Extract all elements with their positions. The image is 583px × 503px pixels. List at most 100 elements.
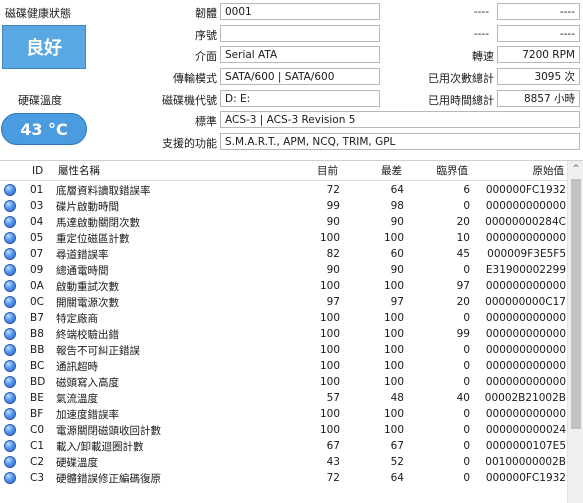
table-row[interactable]: B7 特定廠商 100 100 0 000000000000 bbox=[0, 310, 567, 326]
cell-attribute-name: 特定廠商 bbox=[56, 312, 98, 325]
status-cell bbox=[0, 326, 20, 342]
drive-temperature-badge[interactable]: 43 °C bbox=[1, 113, 87, 145]
right-top1-field-a: ---- bbox=[420, 3, 494, 20]
header-id[interactable]: ID bbox=[30, 161, 56, 180]
cell-raw-value: 00000000284C bbox=[485, 216, 566, 228]
scrollbar-thumb[interactable] bbox=[571, 179, 581, 429]
cell-current: 100 bbox=[319, 232, 340, 244]
standard-field: ACS-3 | ACS-3 Revision 5 bbox=[220, 111, 580, 128]
table-row[interactable]: C0 電源關閉磁頭收回計數 100 100 0 000000000024 bbox=[0, 422, 567, 438]
cell-threshold: 10 bbox=[456, 232, 470, 244]
cell-raw-value: 000000000000 bbox=[485, 376, 566, 388]
status-dot-icon bbox=[4, 280, 16, 292]
cell-threshold: 0 bbox=[463, 440, 470, 452]
scroll-up-arrow-icon[interactable]: ^ bbox=[568, 161, 583, 177]
cell-raw-value: 000000000000 bbox=[485, 328, 566, 340]
cell-attribute-name: 硬體錯誤修正編碼復原 bbox=[56, 472, 161, 485]
cell-attribute-name: 重定位磁區計數 bbox=[56, 232, 130, 245]
cell-worst: 90 bbox=[390, 264, 404, 276]
cell-id: 01 bbox=[30, 184, 44, 196]
table-row[interactable]: 03 碟片啟動時間 99 98 0 000000000000 bbox=[0, 198, 567, 214]
table-row[interactable]: 09 總通電時間 90 90 0 E31900002299 bbox=[0, 262, 567, 278]
status-cell bbox=[0, 182, 20, 198]
cell-threshold: 0 bbox=[463, 424, 470, 436]
cell-threshold: 0 bbox=[463, 312, 470, 324]
table-row[interactable]: BC 通訊超時 100 100 0 000000000000 bbox=[0, 358, 567, 374]
header-status-column[interactable] bbox=[0, 161, 20, 180]
cell-raw-value: 000000000000 bbox=[485, 312, 566, 324]
smart-attribute-table[interactable]: ID 屬性名稱 目前 最差 臨界值 原始值 01 底層資料讀取錯誤率 72 64 6 00… bbox=[0, 160, 583, 503]
health-status-badge[interactable]: 良好 bbox=[2, 25, 86, 69]
features-label: 支援的功能 bbox=[162, 137, 217, 150]
table-row[interactable]: B8 終端校驗出錯 100 100 99 000000000000 bbox=[0, 326, 567, 342]
status-dot-icon bbox=[4, 360, 16, 372]
cell-worst: 100 bbox=[383, 328, 404, 340]
cell-current: 100 bbox=[319, 360, 340, 372]
cell-worst: 97 bbox=[390, 296, 404, 308]
table-row[interactable]: BB 報告不可糾正錯誤 100 100 0 000000000000 bbox=[0, 342, 567, 358]
cell-raw-value: 00002B21002B bbox=[484, 392, 566, 404]
status-dot-icon bbox=[4, 392, 16, 404]
cell-raw-value: 000000000000 bbox=[485, 408, 566, 420]
cell-raw-value: 000009F3E5F5 bbox=[487, 248, 566, 260]
header-worst[interactable]: 最差 bbox=[340, 161, 404, 180]
cell-worst: 100 bbox=[383, 408, 404, 420]
cell-attribute-name: 磁頭寫入高度 bbox=[56, 376, 119, 389]
table-row[interactable]: 05 重定位磁區計數 100 100 10 000000000000 bbox=[0, 230, 567, 246]
right-top1-field-b: ---- bbox=[497, 3, 580, 20]
cell-threshold: 97 bbox=[456, 280, 470, 292]
interface-label: 介面 bbox=[195, 50, 217, 63]
table-row[interactable]: C3 硬體錯誤修正編碼復原 72 64 0 000000FC1932 bbox=[0, 470, 567, 486]
table-row[interactable]: 04 馬達啟動關閉次數 90 90 20 00000000284C bbox=[0, 214, 567, 230]
firmware-field: 0001 bbox=[220, 3, 380, 20]
table-row[interactable]: 0A 啟動重試次數 100 100 97 000000000000 bbox=[0, 278, 567, 294]
cell-raw-value: 000000FC1932 bbox=[485, 184, 566, 196]
transfer-mode-field: SATA/600 | SATA/600 bbox=[220, 68, 380, 85]
drive-temperature-label: 硬碟溫度 bbox=[18, 94, 62, 107]
cell-worst: 100 bbox=[383, 232, 404, 244]
cell-current: 97 bbox=[326, 296, 340, 308]
header-threshold[interactable]: 臨界值 bbox=[404, 161, 470, 180]
table-body: 01 底層資料讀取錯誤率 72 64 6 000000FC1932 03 碟片啟動時間 99 98… bbox=[0, 182, 567, 486]
status-cell bbox=[0, 294, 20, 310]
cell-threshold: 99 bbox=[456, 328, 470, 340]
header-current[interactable]: 目前 bbox=[286, 161, 340, 180]
cell-threshold: 6 bbox=[463, 184, 470, 196]
cell-current: 82 bbox=[326, 248, 340, 260]
status-cell bbox=[0, 358, 20, 374]
table-row[interactable]: BD 磁頭寫入高度 100 100 0 000000000000 bbox=[0, 374, 567, 390]
header-raw-value[interactable]: 原始值 bbox=[470, 161, 566, 180]
cell-id: BB bbox=[30, 344, 45, 356]
interface-field: Serial ATA bbox=[220, 46, 380, 63]
cell-attribute-name: 報告不可糾正錯誤 bbox=[56, 344, 140, 357]
serial-label: 序號 bbox=[195, 29, 217, 42]
status-cell bbox=[0, 214, 20, 230]
cell-current: 100 bbox=[319, 376, 340, 388]
features-field: S.M.A.R.T., APM, NCQ, TRIM, GPL bbox=[220, 133, 580, 150]
table-row[interactable]: 0C 開關電源次數 97 97 20 000000000C17 bbox=[0, 294, 567, 310]
header-attribute-name[interactable]: 屬性名稱 bbox=[56, 161, 286, 180]
cell-attribute-name: 啟動重試次數 bbox=[56, 280, 119, 293]
table-row[interactable]: 07 尋道錯誤率 82 60 45 000009F3E5F5 bbox=[0, 246, 567, 262]
cell-worst: 90 bbox=[390, 216, 404, 228]
table-row[interactable]: BE 氣流溫度 57 48 40 00002B21002B bbox=[0, 390, 567, 406]
table-row[interactable]: C2 硬碟溫度 43 52 0 00100000002B bbox=[0, 454, 567, 470]
right-top2-field-a: ---- bbox=[420, 25, 494, 42]
cell-threshold: 0 bbox=[463, 408, 470, 420]
power-on-hours-field: 8857 小時 bbox=[497, 90, 580, 107]
cell-raw-value: 000000000000 bbox=[485, 344, 566, 356]
cell-attribute-name: 終端校驗出錯 bbox=[56, 328, 119, 341]
status-dot-icon bbox=[4, 312, 16, 324]
table-row[interactable]: C1 載入/卸載迴圈計數 67 67 0 0000000107E5 bbox=[0, 438, 567, 454]
table-row[interactable]: 01 底層資料讀取錯誤率 72 64 6 000000FC1932 bbox=[0, 182, 567, 198]
vertical-scrollbar[interactable]: ^ bbox=[567, 161, 583, 503]
cell-worst: 100 bbox=[383, 344, 404, 356]
status-dot-icon bbox=[4, 408, 16, 420]
cell-raw-value: E31900002299 bbox=[485, 264, 566, 276]
status-cell bbox=[0, 230, 20, 246]
power-on-count-field: 3095 次 bbox=[497, 68, 580, 85]
cell-attribute-name: 馬達啟動關閉次數 bbox=[56, 216, 140, 229]
table-row[interactable]: BF 加速度錯誤率 100 100 0 000000000000 bbox=[0, 406, 567, 422]
status-cell bbox=[0, 198, 20, 214]
status-dot-icon bbox=[4, 440, 16, 452]
